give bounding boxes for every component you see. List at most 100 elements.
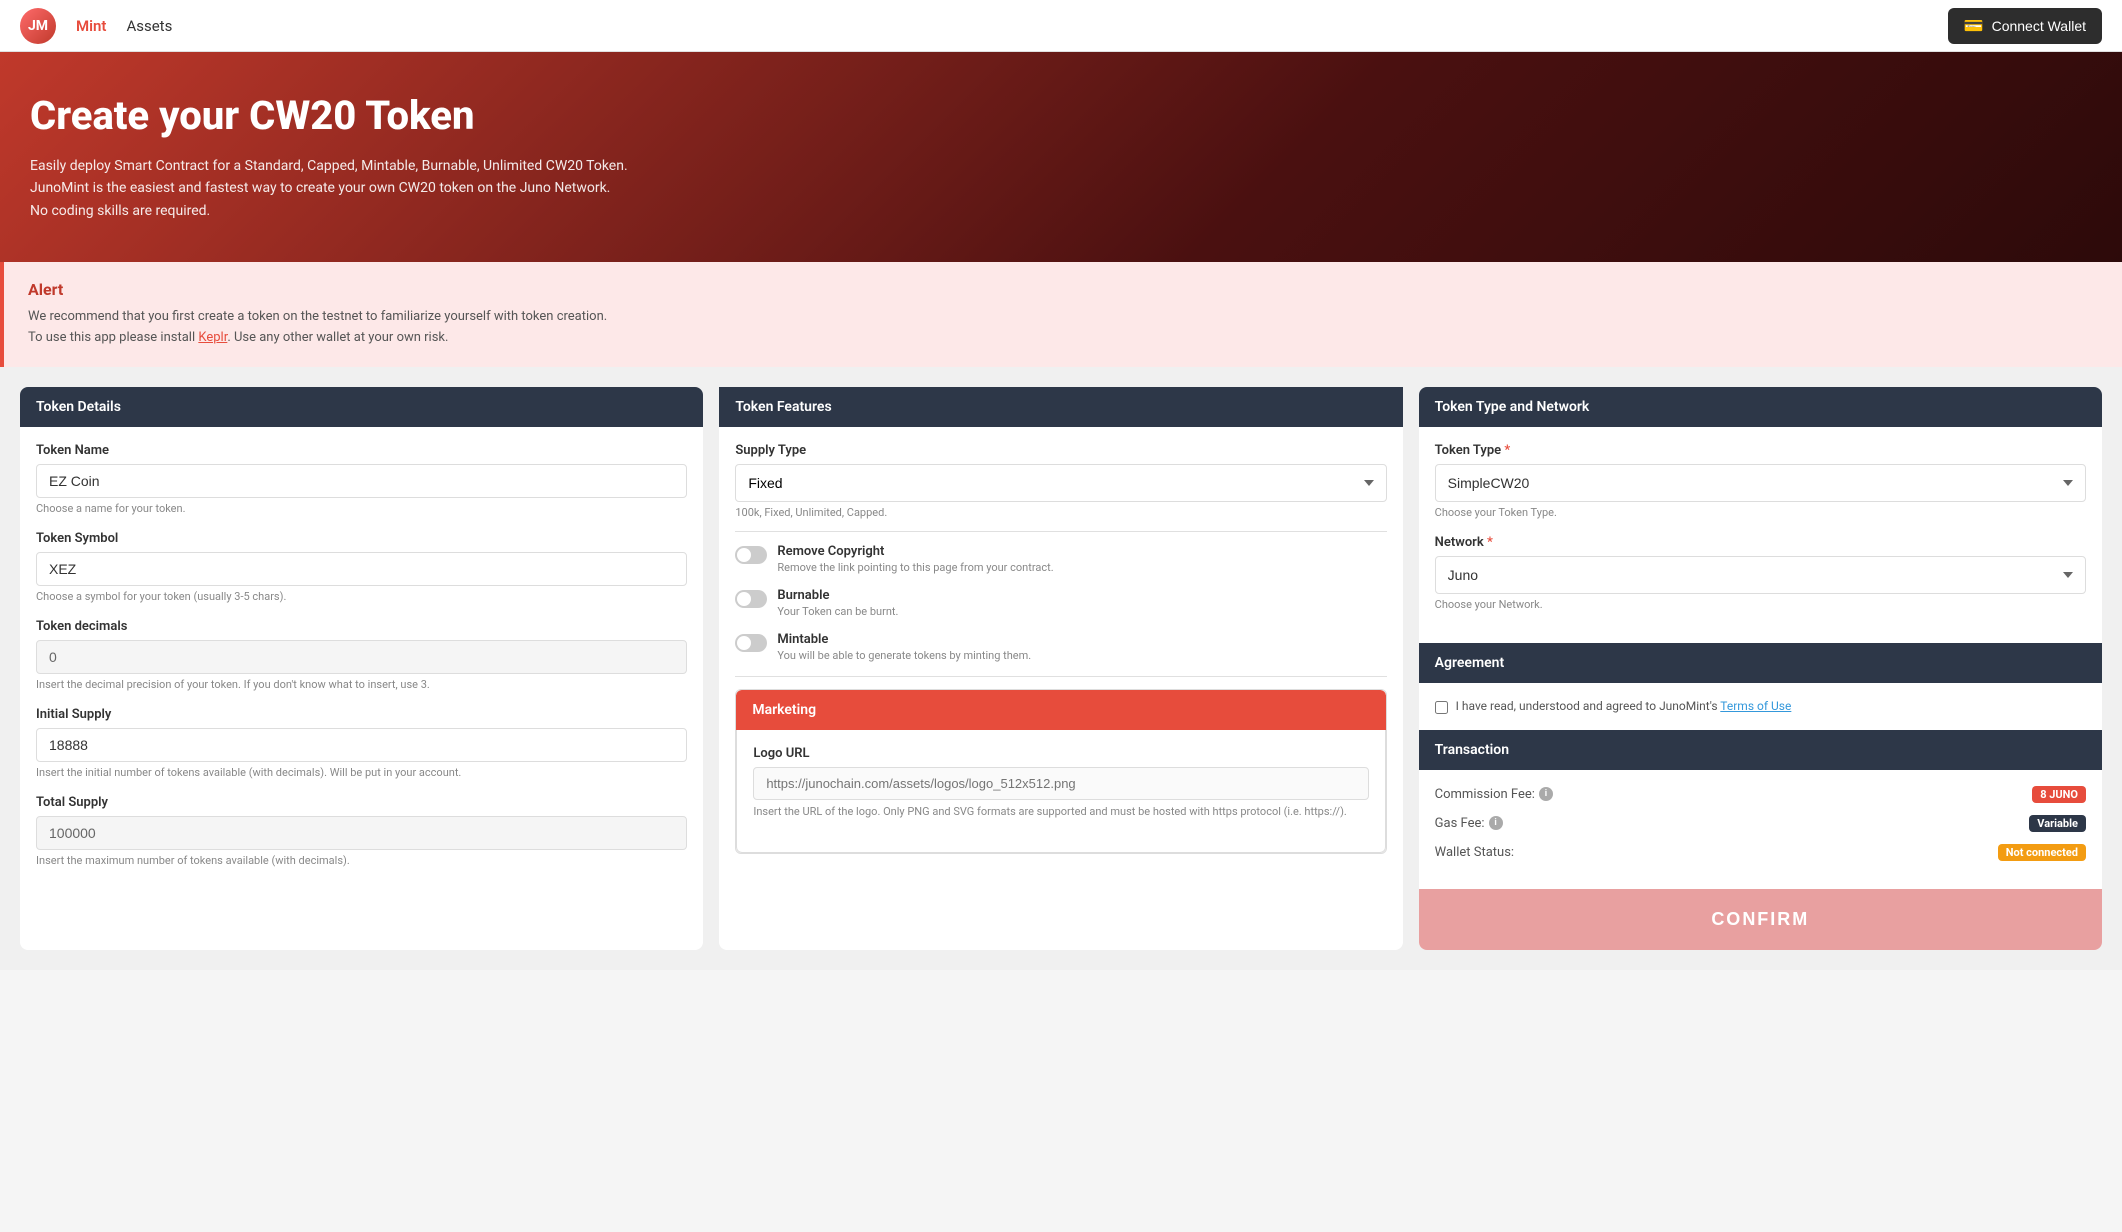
confirm-button[interactable]: CONFIRM [1419,889,2102,950]
network-select[interactable]: Juno [1435,556,2086,594]
hero-desc-2: JunoMint is the easiest and fastest way … [30,177,2092,199]
initial-supply-input[interactable] [36,728,687,762]
mintable-desc: You will be able to generate tokens by m… [777,649,1386,662]
initial-supply-label: Initial Supply [36,707,687,722]
connect-wallet-button[interactable]: 💳 Connect Wallet [1948,8,2102,44]
mintable-toggle[interactable] [735,634,767,652]
network-hint: Choose your Network. [1435,598,2086,611]
token-name-label: Token Name [36,443,687,458]
remove-copyright-row: Remove Copyright Remove the link pointin… [735,544,1386,574]
token-type-network-body: Token Type * SimpleCW20 Choose your Toke… [1419,427,2102,643]
commission-info-icon[interactable]: i [1539,787,1553,801]
agreement-section: Agreement I have read, understood and ag… [1419,643,2102,730]
token-details-body: Token Name Choose a name for your token.… [20,427,703,899]
supply-type-group: Supply Type Fixed 100k, Fixed, Unlimited… [735,443,1386,519]
network-label: Network * [1435,535,2086,550]
nav-mint[interactable]: Mint [76,17,106,35]
marketing-section: Marketing Logo URL Insert the URL of the… [735,689,1386,855]
navbar: JM Mint Assets 💳 Connect Wallet [0,0,2122,52]
agreement-row: I have read, understood and agreed to Ju… [1435,699,2086,714]
token-type-hint: Choose your Token Type. [1435,506,2086,519]
token-type-network-header: Token Type and Network [1419,387,2102,427]
token-decimals-group: Token decimals Insert the decimal precis… [36,619,687,691]
token-decimals-label: Token decimals [36,619,687,634]
remove-copyright-label: Remove Copyright [777,544,1386,559]
token-type-group: Token Type * SimpleCW20 Choose your Toke… [1435,443,2086,519]
total-supply-label: Total Supply [36,795,687,810]
remove-copyright-toggle[interactable] [735,546,767,564]
required-star-2: * [1487,535,1493,550]
alert-text-2: To use this app please install Keplr. Us… [28,328,2098,349]
token-details-header: Token Details [20,387,703,427]
mintable-label: Mintable [777,632,1386,647]
token-name-input[interactable] [36,464,687,498]
divider-2 [735,676,1386,677]
token-symbol-input[interactable] [36,552,687,586]
token-features-header: Token Features [719,387,1402,427]
initial-supply-hint: Insert the initial number of tokens avai… [36,766,687,779]
connect-wallet-label: Connect Wallet [1992,18,2086,34]
burnable-row: Burnable Your Token can be burnt. [735,588,1386,618]
token-symbol-group: Token Symbol Choose a symbol for your to… [36,531,687,603]
alert-section: Alert We recommend that you first create… [0,262,2122,367]
burnable-desc: Your Token can be burnt. [777,605,1386,618]
mintable-content: Mintable You will be able to generate to… [777,632,1386,662]
required-star-1: * [1504,443,1510,458]
logo-text: JM [28,18,48,34]
token-symbol-label: Token Symbol [36,531,687,546]
supply-hint: 100k, Fixed, Unlimited, Capped. [735,506,1386,519]
app-logo: JM [20,8,56,44]
alert-title: Alert [28,280,2098,299]
transaction-header: Transaction [1419,730,2102,770]
token-type-network-panel: Token Type and Network Token Type * Simp… [1419,387,2102,950]
hero-desc-1: Easily deploy Smart Contract for a Stand… [30,155,2092,177]
wallet-status-label: Wallet Status: [1435,845,1514,860]
divider-1 [735,531,1386,532]
commission-fee-row: Commission Fee: i 8 JUNO [1435,786,2086,803]
hero-title: Create your CW20 Token [30,92,2092,139]
hero-desc-3: No coding skills are required. [30,200,2092,222]
total-supply-group: Total Supply Insert the maximum number o… [36,795,687,867]
gas-info-icon[interactable]: i [1489,816,1503,830]
supply-type-label: Supply Type [735,443,1386,458]
supply-type-select[interactable]: Fixed [735,464,1386,502]
gas-fee-badge: Variable [2029,815,2086,832]
marketing-body: Logo URL Insert the URL of the logo. Onl… [736,730,1385,854]
terms-link[interactable]: Terms of Use [1720,699,1791,713]
nav-assets[interactable]: Assets [126,17,172,35]
logo-url-input[interactable] [753,767,1368,800]
logo-url-hint: Insert the URL of the logo. Only PNG and… [753,804,1368,821]
agreement-body: I have read, understood and agreed to Ju… [1419,683,2102,730]
total-supply-hint: Insert the maximum number of tokens avai… [36,854,687,867]
gas-fee-label: Gas Fee: i [1435,816,1503,831]
wallet-status-badge: Not connected [1998,844,2086,861]
logo-url-group: Logo URL Insert the URL of the logo. Onl… [753,746,1368,821]
main-content: Token Details Token Name Choose a name f… [0,367,2122,970]
keplr-link[interactable]: Keplr [198,330,227,345]
burnable-label: Burnable [777,588,1386,603]
wallet-status-row: Wallet Status: Not connected [1435,844,2086,861]
nav-left: JM Mint Assets [20,8,172,44]
transaction-section: Transaction Commission Fee: i 8 JUNO Gas… [1419,730,2102,889]
token-features-body: Supply Type Fixed 100k, Fixed, Unlimited… [719,427,1402,871]
agreement-checkbox[interactable] [1435,701,1448,714]
remove-copyright-desc: Remove the link pointing to this page fr… [777,561,1386,574]
token-decimals-input[interactable] [36,640,687,674]
token-decimals-hint: Insert the decimal precision of your tok… [36,678,687,691]
initial-supply-group: Initial Supply Insert the initial number… [36,707,687,779]
alert-text-after: . Use any other wallet at your own risk. [227,330,448,345]
token-name-hint: Choose a name for your token. [36,502,687,515]
network-group: Network * Juno Choose your Network. [1435,535,2086,611]
total-supply-input[interactable] [36,816,687,850]
transaction-body: Commission Fee: i 8 JUNO Gas Fee: i Vari… [1419,770,2102,889]
token-type-select[interactable]: SimpleCW20 [1435,464,2086,502]
remove-copyright-content: Remove Copyright Remove the link pointin… [777,544,1386,574]
agreement-text: I have read, understood and agreed to Ju… [1456,699,1792,713]
commission-fee-badge: 8 JUNO [2032,786,2086,803]
logo-url-label: Logo URL [753,746,1368,761]
marketing-header: Marketing [736,690,1385,730]
alert-text-before: To use this app please install [28,330,198,345]
burnable-toggle[interactable] [735,590,767,608]
token-symbol-hint: Choose a symbol for your token (usually … [36,590,687,603]
token-features-panel: Token Features Supply Type Fixed 100k, F… [719,387,1402,950]
